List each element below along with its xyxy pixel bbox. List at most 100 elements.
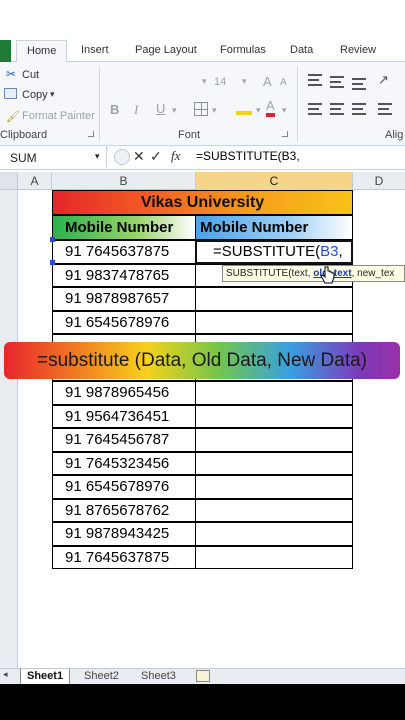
tooltip-prefix: SUBSTITUTE(text,: [226, 268, 314, 279]
fill-color-icon[interactable]: [236, 101, 252, 115]
reference-handle-icon[interactable]: [50, 260, 55, 265]
cell-b-data[interactable]: 91 6545678976: [52, 310, 196, 335]
copy-dropdown-icon[interactable]: ▾: [50, 89, 55, 100]
cell-b-data[interactable]: 91 9878965456: [52, 381, 196, 405]
name-box-dropdown-icon[interactable]: ▾: [95, 151, 100, 162]
sheet-nav-icon[interactable]: ◂: [3, 669, 8, 680]
cell-b-data[interactable]: 91 7645637875: [52, 545, 196, 570]
cell-b-data[interactable]: 91 9837478765: [52, 263, 196, 288]
font-color-dropdown-icon[interactable]: ▾: [282, 105, 287, 116]
clipboard-launcher-icon[interactable]: [88, 131, 94, 137]
reference-handle-icon[interactable]: [50, 237, 55, 242]
font-color-icon[interactable]: A: [266, 99, 275, 117]
font-size-dropdown-icon[interactable]: ▾: [242, 76, 247, 87]
align-top-icon[interactable]: [308, 74, 322, 86]
cell-c-empty[interactable]: [195, 310, 353, 335]
cell-c-empty[interactable]: [195, 404, 353, 429]
cell-b-data[interactable]: 91 9878943425: [52, 522, 196, 546]
group-separator: [99, 66, 100, 142]
cell-c-empty[interactable]: [195, 451, 353, 476]
format-painter-icon: 🖌: [6, 111, 20, 123]
formula-bar-circle-icon: [114, 149, 130, 165]
fill-color-dropdown-icon[interactable]: ▾: [256, 105, 261, 116]
insert-function-button[interactable]: fx: [171, 148, 180, 164]
cell-b-data[interactable]: 91 7645456787: [52, 428, 196, 452]
function-tooltip: SUBSTITUTE(text, old_text, new_tex: [222, 265, 405, 282]
row-header-bar: [0, 190, 18, 670]
cell-b-data[interactable]: 91 9564736451: [52, 404, 196, 429]
formula-input[interactable]: =SUBSTITUTE(B3,: [196, 149, 300, 163]
font-group-label: Font: [178, 129, 201, 141]
cell-c-empty[interactable]: [195, 287, 353, 311]
header-mobile-number-c[interactable]: Mobile Number: [195, 215, 353, 240]
header-mobile-number-b[interactable]: Mobile Number: [52, 215, 196, 240]
tab-data[interactable]: Data: [290, 44, 313, 56]
align-center-icon[interactable]: [330, 103, 344, 115]
alignment-group-label: Alig: [385, 129, 404, 141]
italic-icon[interactable]: I: [134, 102, 138, 118]
format-painter-button[interactable]: Format Painter: [22, 110, 95, 122]
font-size-box[interactable]: 14: [214, 76, 226, 88]
formula-syntax-banner: =substitute (Data, Old Data, New Data): [4, 342, 400, 379]
align-bottom-icon[interactable]: [352, 78, 366, 90]
decrease-font-icon[interactable]: A: [280, 77, 287, 88]
align-left-icon[interactable]: [308, 103, 322, 115]
video-bottom-bar: [0, 684, 405, 720]
sheet-tab-3[interactable]: Sheet3: [135, 669, 182, 684]
cell-c-empty[interactable]: [195, 428, 353, 452]
font-name-dropdown-icon[interactable]: ▾: [202, 76, 207, 87]
cell-c-empty[interactable]: [195, 545, 353, 570]
file-tab[interactable]: [0, 40, 11, 62]
bold-button[interactable]: B: [110, 102, 119, 117]
copy-icon: [4, 88, 17, 99]
clipboard-group-label: Clipboard: [0, 129, 48, 141]
borders-dropdown-icon[interactable]: ▾: [212, 105, 217, 116]
tab-insert[interactable]: Insert: [81, 44, 109, 56]
cut-button[interactable]: Cut: [22, 69, 39, 81]
tab-formulas[interactable]: Formulas: [220, 44, 266, 56]
orientation-icon[interactable]: ↗: [378, 72, 389, 88]
hand-cursor-icon: [320, 266, 335, 284]
insert-sheet-icon[interactable]: [196, 670, 210, 682]
formula-suffix: ,: [338, 243, 343, 260]
underline-dropdown-icon[interactable]: ▾: [172, 105, 177, 116]
cell-c-empty[interactable]: [195, 522, 353, 546]
copy-button[interactable]: Copy: [22, 89, 48, 101]
cell-b-data[interactable]: 91 7645323456: [52, 451, 196, 476]
name-box[interactable]: SUM: [4, 149, 104, 167]
formula-bar-splitter[interactable]: [106, 147, 108, 167]
group-separator: [297, 66, 298, 142]
tab-page-layout[interactable]: Page Layout: [135, 44, 197, 56]
sheet-tab-2[interactable]: Sheet2: [78, 669, 125, 684]
select-all-corner[interactable]: [0, 172, 18, 190]
enter-icon[interactable]: ✓: [150, 148, 162, 165]
align-right-icon[interactable]: [352, 103, 366, 115]
sheet-tab-1[interactable]: Sheet1: [20, 669, 71, 684]
cancel-icon[interactable]: ✕: [133, 148, 145, 165]
font-launcher-icon[interactable]: [282, 131, 288, 137]
cell-b-data[interactable]: 91 6545678976: [52, 475, 196, 499]
cut-icon: ✂: [6, 67, 17, 81]
cell-b-data[interactable]: 91 8765678762: [52, 498, 196, 523]
borders-icon[interactable]: [194, 102, 208, 116]
formula-reference: B3: [320, 243, 339, 260]
tab-review[interactable]: Review: [340, 44, 376, 56]
tooltip-suffix: , new_tex: [351, 268, 395, 279]
underline-icon[interactable]: U: [156, 101, 165, 116]
table-title[interactable]: Vikas University: [52, 190, 353, 215]
active-cell-c3[interactable]: =SUBSTITUTE(B3,: [195, 240, 353, 264]
column-header-c[interactable]: C: [196, 172, 353, 190]
column-header-a[interactable]: A: [18, 172, 52, 190]
tab-home[interactable]: Home: [16, 40, 68, 63]
column-header-d[interactable]: D: [353, 172, 405, 190]
cell-b-data[interactable]: 91 9878987657: [52, 287, 196, 311]
cell-c-empty[interactable]: [195, 498, 353, 523]
cell-b-data[interactable]: 91 7645637875: [52, 240, 196, 264]
decrease-indent-icon[interactable]: [378, 103, 392, 115]
column-header-b[interactable]: B: [52, 172, 196, 190]
cell-c-empty[interactable]: [195, 381, 353, 405]
formula-prefix: =SUBSTITUTE(: [213, 243, 321, 260]
increase-font-icon[interactable]: A: [263, 74, 272, 89]
cell-c-empty[interactable]: [195, 475, 353, 499]
align-middle-icon[interactable]: [330, 76, 344, 88]
